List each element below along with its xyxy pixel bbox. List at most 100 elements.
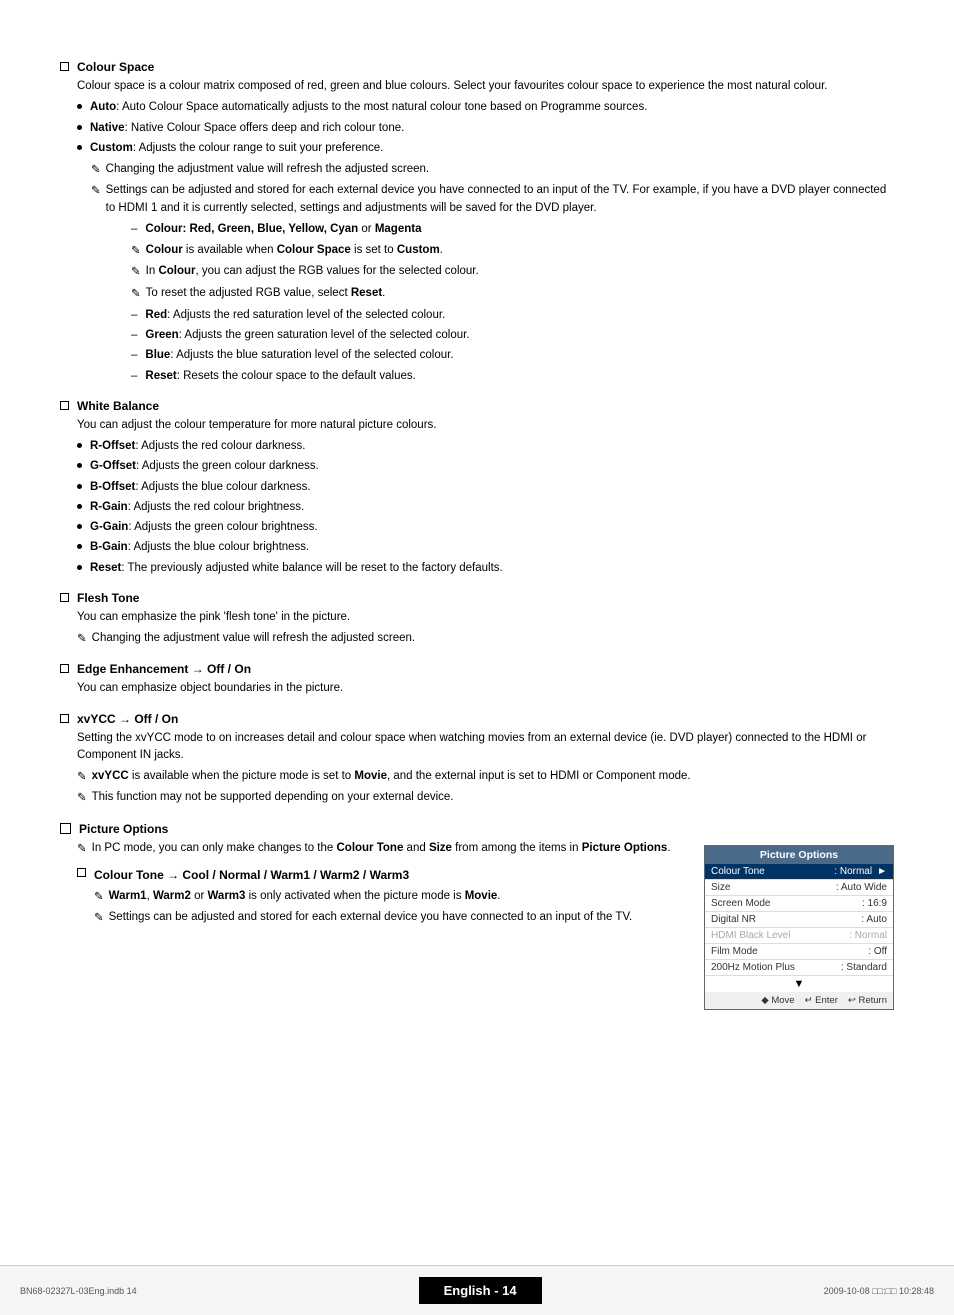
sub-item-reset: Reset: Resets the colour space to the de…	[145, 368, 415, 385]
list-item: Reset: The previously adjusted white bal…	[77, 560, 894, 577]
bullet-dot-icon	[77, 484, 82, 489]
bullet-dot-icon	[77, 443, 82, 448]
po-down-arrow-icon: ▼	[705, 976, 893, 992]
list-item: R-Gain: Adjusts the red colour brightnes…	[77, 499, 894, 516]
note-line: ✎ In PC mode, you can only make changes …	[77, 840, 684, 858]
note-line: ✎ Settings can be adjusted and stored fo…	[91, 182, 894, 217]
colour-sub-list: – Colour: Red, Green, Blue, Yellow, Cyan…	[131, 221, 894, 238]
footer-page-label: English - 14	[419, 1277, 542, 1304]
pencil-icon: ✎	[91, 162, 101, 179]
section-bullet-edge-enhancement	[60, 664, 69, 673]
list-item: Native: Native Colour Space offers deep …	[77, 120, 894, 137]
xvycc-section: xvYCC → Off / On Setting the xvYCC mode …	[60, 712, 894, 808]
bullet-dot-icon	[77, 565, 82, 570]
picture-options-box: Picture Options Colour Tone : Normal ► S…	[704, 845, 894, 1010]
po-key: Size	[711, 882, 836, 893]
wb-reset: Reset: The previously adjusted white bal…	[90, 560, 503, 577]
pencil-icon: ✎	[77, 790, 87, 807]
wb-r-offset: R-Offset: Adjusts the red colour darknes…	[90, 438, 305, 455]
po-arrow-icon: ►	[877, 866, 887, 877]
note-line: ✎ Changing the adjustment value will ref…	[77, 630, 894, 648]
dash-icon: –	[131, 368, 137, 385]
list-item: Auto: Auto Colour Space automatically ad…	[77, 99, 894, 116]
pencil-icon: ✎	[131, 243, 141, 260]
bullet-dot-icon	[77, 504, 82, 509]
white-balance-section: White Balance You can adjust the colour …	[60, 399, 894, 577]
section-bullet-colour-space	[60, 62, 69, 71]
bullet-custom: Custom: Adjusts the colour range to suit…	[90, 140, 383, 157]
po-row-hdmi-black: HDMI Black Level : Normal	[705, 928, 893, 944]
po-footer: ◆ Move ↵ Enter ↩ Return	[705, 992, 893, 1009]
po-val: : Auto Wide	[836, 882, 887, 893]
pencil-icon: ✎	[94, 889, 104, 906]
po-key: 200Hz Motion Plus	[711, 962, 841, 973]
po-key: Screen Mode	[711, 898, 862, 909]
flesh-tone-section: Flesh Tone You can emphasize the pink 'f…	[60, 591, 894, 649]
bullet-dot-icon	[77, 544, 82, 549]
note-line: ✎ To reset the adjusted RGB value, selec…	[131, 285, 894, 303]
pencil-icon: ✎	[91, 183, 101, 200]
list-item: Custom: Adjusts the colour range to suit…	[77, 140, 894, 157]
bullet-dot-icon	[77, 524, 82, 529]
note-text: To reset the adjusted RGB value, select …	[146, 285, 894, 302]
colour-tone-note1: Warm1, Warm2 or Warm3 is only activated …	[109, 888, 684, 905]
po-key: Digital NR	[711, 914, 861, 925]
colour-tone-note2: Settings can be adjusted and stored for …	[109, 909, 684, 926]
po-footer-return: ↩ Return	[848, 995, 887, 1006]
bullet-dot-icon	[77, 463, 82, 468]
wb-g-gain: G-Gain: Adjusts the green colour brightn…	[90, 519, 318, 536]
po-row-screen-mode: Screen Mode : 16:9	[705, 896, 893, 912]
xvycc-title: xvYCC → Off / On	[77, 712, 178, 726]
note-line: ✎ Colour is available when Colour Space …	[131, 242, 894, 260]
po-key: Colour Tone	[711, 866, 834, 877]
picture-options-section: Picture Options Picture Options Colour T…	[60, 822, 894, 1010]
po-val: : 16:9	[862, 898, 887, 909]
colour-space-intro: Colour space is a colour matrix composed…	[77, 78, 894, 95]
po-val: : Standard	[841, 962, 887, 973]
flesh-tone-note: Changing the adjustment value will refre…	[92, 630, 894, 647]
po-key: HDMI Black Level	[711, 930, 849, 941]
dash-icon: –	[131, 347, 137, 364]
list-item: G-Offset: Adjusts the green colour darkn…	[77, 458, 894, 475]
wb-g-offset: G-Offset: Adjusts the green colour darkn…	[90, 458, 319, 475]
pencil-icon: ✎	[94, 910, 104, 927]
bullet-dot-icon	[77, 104, 82, 109]
edge-enhancement-section: Edge Enhancement → Off / On You can emph…	[60, 662, 894, 697]
dash-icon: –	[131, 221, 137, 238]
colour-tone-title: Colour Tone → Cool / Normal / Warm1 / Wa…	[94, 866, 409, 884]
note-line: ✎ xvYCC is available when the picture mo…	[77, 768, 894, 786]
white-balance-title: White Balance	[77, 399, 159, 413]
footer-filename: BN68-02327L-03Eng.indb 14	[20, 1286, 137, 1296]
flesh-tone-title: Flesh Tone	[77, 591, 139, 605]
page-footer: BN68-02327L-03Eng.indb 14 English - 14 2…	[0, 1265, 954, 1315]
list-item: B-Offset: Adjusts the blue colour darkne…	[77, 479, 894, 496]
list-item: G-Gain: Adjusts the green colour brightn…	[77, 519, 894, 536]
sub-item-blue: Blue: Adjusts the blue saturation level …	[145, 347, 453, 364]
wb-b-offset: B-Offset: Adjusts the blue colour darkne…	[90, 479, 311, 496]
list-item: B-Gain: Adjusts the blue colour brightne…	[77, 539, 894, 556]
section-bullet-white-balance	[60, 401, 69, 410]
colour-space-title: Colour Space	[77, 60, 154, 74]
bullet-dot-icon	[77, 145, 82, 150]
bullet-dot-icon	[77, 125, 82, 130]
picture-options-note: In PC mode, you can only make changes to…	[92, 840, 684, 857]
note-line: ✎ Changing the adjustment value will ref…	[91, 161, 894, 179]
po-val: : Normal ►	[834, 866, 887, 877]
xvycc-intro: Setting the xvYCC mode to on increases d…	[77, 730, 894, 765]
po-box-title: Picture Options	[705, 846, 893, 864]
note-line: ✎ Warm1, Warm2 or Warm3 is only activate…	[94, 888, 684, 906]
wb-r-gain: R-Gain: Adjusts the red colour brightnes…	[90, 499, 304, 516]
white-balance-bullets: R-Offset: Adjusts the red colour darknes…	[77, 438, 894, 577]
flesh-tone-intro: You can emphasize the pink 'flesh tone' …	[77, 609, 894, 626]
po-row-digital-nr: Digital NR : Auto	[705, 912, 893, 928]
sub-item-green: Green: Adjusts the green saturation leve…	[145, 327, 469, 344]
list-item: – Colour: Red, Green, Blue, Yellow, Cyan…	[131, 221, 894, 238]
picture-options-title: Picture Options	[79, 822, 168, 836]
pencil-icon: ✎	[77, 631, 87, 648]
edge-enhancement-title: Edge Enhancement → Off / On	[77, 662, 251, 676]
sub-item-colour: Colour: Red, Green, Blue, Yellow, Cyan o…	[145, 221, 421, 238]
note-line: ✎ Settings can be adjusted and stored fo…	[94, 909, 684, 927]
list-item: R-Offset: Adjusts the red colour darknes…	[77, 438, 894, 455]
section-bullet-flesh-tone	[60, 593, 69, 602]
po-val: : Auto	[861, 914, 887, 925]
